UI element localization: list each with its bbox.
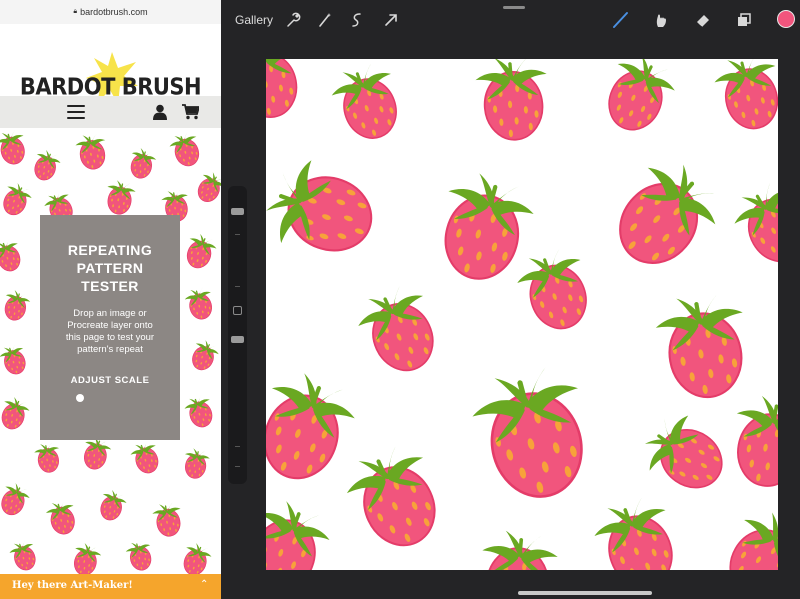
url-text: bardotbrush.com [80, 7, 148, 17]
magic-wand-icon[interactable] [316, 11, 334, 29]
tester-title: REPEATING PATTERN TESTER [40, 241, 180, 295]
brush-icon[interactable] [612, 11, 630, 29]
tester-description: Drop an image or Procreate layer onto th… [46, 308, 174, 356]
chevron-up-icon: ⌃ [200, 579, 209, 590]
website-panel: 🔒︎ bardotbrush.com BARDOT BRUSH REPEATIN… [0, 0, 221, 599]
selection-icon[interactable] [348, 11, 366, 29]
site-header: BARDOT BRUSH [0, 24, 221, 104]
smudge-icon[interactable] [652, 11, 670, 29]
home-indicator [518, 591, 652, 595]
menu-icon[interactable] [67, 105, 85, 119]
banner-text: Hey there Art-Maker! [12, 580, 133, 591]
transform-arrow-icon[interactable] [382, 11, 400, 29]
brush-size-slider[interactable] [231, 208, 244, 215]
tester-desc-line3: this page to test your [65, 332, 155, 343]
eraser-icon[interactable] [694, 11, 712, 29]
sidebar-divider [235, 286, 240, 287]
layers-icon[interactable] [735, 11, 753, 29]
strawberry-pattern-artwork [266, 59, 778, 570]
pattern-preview: REPEATING PATTERN TESTER Drop an image o… [0, 128, 221, 574]
gallery-button[interactable]: Gallery [235, 13, 273, 27]
undo-button[interactable] [235, 446, 240, 447]
wrench-icon[interactable] [284, 11, 302, 29]
cart-icon[interactable] [182, 104, 199, 120]
tester-desc-line4: pattern's repeat [77, 344, 143, 355]
tester-desc-line1: Drop an image or [73, 308, 147, 319]
top-handle [503, 6, 525, 9]
browser-url-bar[interactable]: 🔒︎ bardotbrush.com [0, 0, 221, 24]
opacity-slider[interactable] [231, 336, 244, 343]
pattern-tester-panel: REPEATING PATTERN TESTER Drop an image o… [40, 215, 180, 440]
sidebar-divider [235, 234, 240, 235]
tester-desc-line2: Procreate layer onto [67, 320, 153, 331]
tester-title-line3: TESTER [81, 278, 139, 294]
scale-slider-knob[interactable] [76, 394, 84, 402]
lock-icon: 🔒︎ [73, 8, 78, 15]
tester-title-line1: REPEATING [67, 242, 153, 258]
site-navbar [0, 96, 221, 128]
procreate-app: Gallery [221, 0, 800, 599]
drawing-canvas[interactable] [266, 59, 778, 570]
redo-button[interactable] [235, 466, 240, 467]
tester-title-line2: PATTERN [76, 260, 144, 276]
adjust-scale-label: ADJUST SCALE [70, 375, 150, 386]
procreate-sidebar [228, 186, 247, 484]
account-icon[interactable] [153, 104, 167, 120]
strawberry [266, 59, 778, 570]
modify-button[interactable] [233, 306, 242, 315]
greeting-banner[interactable]: Hey there Art-Maker! ⌃ [0, 574, 221, 599]
color-picker-button[interactable] [777, 10, 795, 28]
